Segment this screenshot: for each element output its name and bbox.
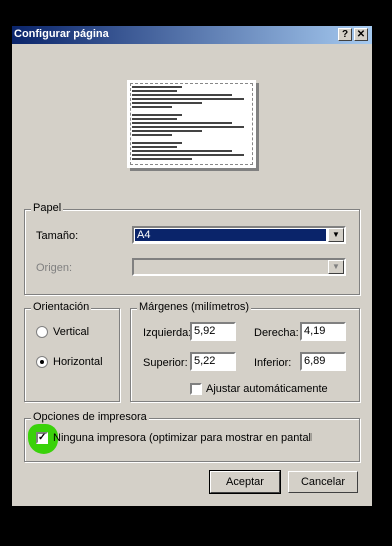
preview-text-line <box>132 154 244 156</box>
preview-text-line <box>132 102 202 104</box>
preview-text-line <box>132 98 244 100</box>
margin-left-input[interactable]: 5,92 <box>190 322 236 341</box>
preview-text-line <box>132 90 177 92</box>
preview-text-line <box>132 118 177 120</box>
orientation-vertical-radio[interactable] <box>36 326 48 338</box>
preview-text-line <box>132 122 232 124</box>
paper-legend: Papel <box>31 202 64 214</box>
margin-left-label: Izquierda: <box>143 327 192 339</box>
preview-text-line <box>132 142 182 144</box>
size-label: Tamaño: <box>36 230 79 242</box>
orientation-legend: Orientación <box>31 301 92 313</box>
ok-button[interactable]: Aceptar <box>209 470 281 494</box>
close-button[interactable]: ✕ <box>354 28 368 41</box>
page-preview <box>127 80 256 168</box>
no-printer-checkbox[interactable]: ✓ <box>36 432 48 444</box>
preview-text-line <box>132 86 182 88</box>
preview-text-line <box>132 150 232 152</box>
help-button[interactable]: ? <box>338 28 352 41</box>
paper-size-value: A4 <box>135 229 326 241</box>
preview-text-line <box>132 134 172 136</box>
paper-size-select[interactable]: A4 ▼ <box>132 226 346 244</box>
margin-top-input[interactable]: 5,22 <box>190 352 236 371</box>
margin-right-input[interactable]: 4,19 <box>300 322 346 341</box>
cancel-button[interactable]: Cancelar <box>288 471 358 493</box>
paper-group: Papel <box>24 202 360 295</box>
orientation-vertical-label[interactable]: Vertical <box>53 326 89 338</box>
orientation-horizontal-label[interactable]: Horizontal <box>53 356 103 368</box>
orientation-group: Orientación <box>24 301 120 402</box>
title-bar: Configurar página ? ✕ <box>12 26 372 44</box>
chevron-down-icon[interactable]: ▼ <box>328 260 344 274</box>
printer-options-legend: Opciones de impresora <box>31 411 149 423</box>
preview-text-line <box>132 126 244 128</box>
preview-text-line <box>132 146 177 148</box>
paper-source-select[interactable]: ▼ <box>132 258 346 276</box>
margins-legend: Márgenes (milímetros) <box>137 301 252 313</box>
margin-top-label: Superior: <box>143 357 188 369</box>
chevron-down-icon[interactable]: ▼ <box>328 228 344 242</box>
orientation-horizontal-radio[interactable] <box>36 356 48 368</box>
preview-text-line <box>132 130 202 132</box>
preview-text-line <box>132 94 232 96</box>
margin-bottom-label: Inferior: <box>254 357 292 369</box>
window-title: Configurar página <box>14 28 109 40</box>
auto-fit-checkbox[interactable] <box>190 383 202 395</box>
preview-text-line <box>132 106 172 108</box>
source-label: Origen: <box>36 262 73 274</box>
preview-text-line <box>132 158 192 160</box>
no-printer-label[interactable]: Ninguna impresora (optimizar para mostra… <box>53 432 312 444</box>
auto-fit-label[interactable]: Ajustar automáticamente <box>206 383 328 395</box>
margin-bottom-input[interactable]: 6,89 <box>300 352 346 371</box>
preview-text-line <box>132 114 182 116</box>
margin-right-label: Derecha: <box>254 327 299 339</box>
